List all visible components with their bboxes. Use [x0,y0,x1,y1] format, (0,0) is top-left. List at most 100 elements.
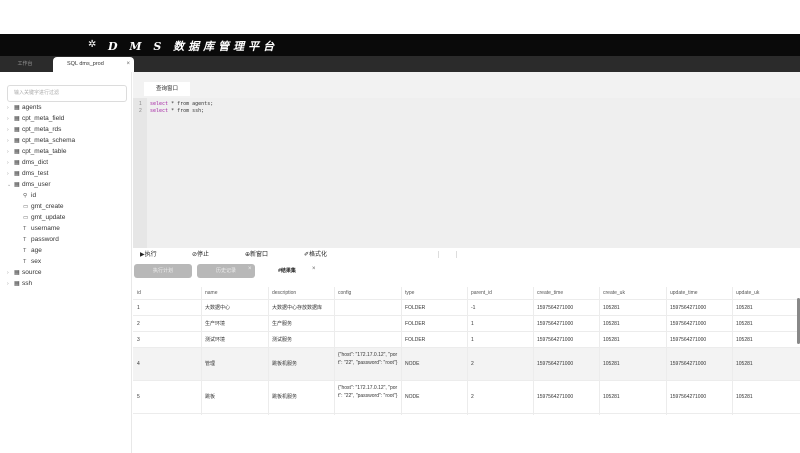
column-divider [666,287,667,415]
line-number: 2 [139,108,142,114]
table-cell: 105281 [736,321,753,327]
tree-item-label: cpt_meta_table [22,148,67,155]
table-cell: 1 [471,337,474,343]
table-cell: 1 [137,305,140,311]
table-cell: 2 [137,321,140,327]
column-item-age[interactable]: Tage [23,245,42,256]
tree-item-dms-dict[interactable]: › ▦ dms_dict [7,157,48,168]
sql-editor[interactable] [133,98,800,248]
table-cell: NODE [405,361,420,367]
column-header[interactable]: description [268,287,334,300]
table-cell: 1597564271000 [537,321,574,327]
tree-item-cpt-meta-field[interactable]: › ▦ cpt_meta_field [7,113,64,124]
column-header[interactable]: parent_id [467,287,533,300]
table-cell: 1597564271000 [537,361,574,367]
tree-item-cpt-meta-schema[interactable]: › ▦ cpt_meta_schema [7,135,75,146]
table-cell: 跳板机服务 [272,361,298,367]
tree-item-source[interactable]: › ▦ source [7,267,42,278]
tree-item-agents[interactable]: › ▦ agents [7,102,42,113]
table-cell: 105281 [736,361,753,367]
column-label: sex [31,258,42,265]
line-number: 1 [139,101,142,107]
table-icon: ▦ [14,182,20,188]
sql-text: * from ssh; [168,108,205,114]
column-item-gmt-create[interactable]: ▭ gmt_create [23,201,64,212]
tree-item-cpt-meta-rds[interactable]: › ▦ cpt_meta_rds [7,124,61,135]
tree-item-ssh[interactable]: › ▦ ssh [7,278,32,289]
tree-item-cpt-meta-table[interactable]: › ▦ cpt_meta_table [7,146,66,157]
tab-label: SQL dms_prod [67,61,104,67]
search-input[interactable]: 输入关键字进行过滤 [7,85,127,102]
table-cell: 跳板 [205,394,216,400]
table-cell: 大数据中心存放数据库 [272,305,323,311]
chevron-down-icon[interactable]: ⌄ [7,180,14,191]
tree-item-label: cpt_meta_field [22,115,65,122]
column-item-sex[interactable]: Tsex [23,256,41,267]
table-cell: -1 [471,305,476,311]
column-header[interactable]: update_time [666,287,732,300]
table-cell: 1597564271000 [670,361,707,367]
column-header[interactable]: create_uk [599,287,666,300]
table-cell: 1597564271000 [670,321,707,327]
table-cell: 2 [471,394,474,400]
close-icon[interactable]: × [248,266,252,272]
tree-item-label: source [22,269,42,276]
column-label: id [31,192,37,199]
tab-result-set[interactable]: #结果集 [259,264,315,278]
column-divider [401,287,402,415]
tree-item-label: agents [22,104,42,111]
tab-workspace[interactable]: 工作台 [0,56,50,72]
code-line: select * from agents; [150,101,213,107]
stop-button[interactable]: ⊘停止 [192,249,209,261]
table-cell: 1597564271000 [537,337,574,343]
table-cell: 105281 [603,337,620,343]
close-icon[interactable]: × [312,266,316,272]
table-cell: 3 [137,337,140,343]
table-cell: 4 [137,361,140,367]
table-cell: 2 [471,361,474,367]
column-header[interactable]: create_time [533,287,599,300]
divider [456,251,457,258]
table-cell: FOLDER [405,305,426,311]
tab-query-window[interactable]: 查询窗口 [144,82,190,96]
tree-item-dms-user[interactable]: ⌄ ▦ dms_user [7,179,51,190]
table-cell: 105281 [736,305,753,311]
table-cell: 1597564271000 [670,337,707,343]
column-divider [268,287,269,415]
tab-execution-plan[interactable]: 执行计划 [134,264,192,278]
table-cell: {"host": "172.17.0.12", "port": "22", "p… [338,352,398,366]
table-cell: NODE [405,394,420,400]
table-cell: 1597564271000 [537,305,574,311]
column-label: password [31,236,59,243]
tree-item-dms-test[interactable]: › ▦ dms_test [7,168,48,179]
tab-history[interactable]: 历史记录 [197,264,255,278]
table-cell: 跳板机服务 [272,394,298,400]
run-button[interactable]: ▶执行 [140,249,157,261]
table-cell: 105281 [736,337,753,343]
tab-sql-dms-prod[interactable]: SQL dms_prod × [53,57,134,72]
column-item-gmt-update[interactable]: ▭ gmt_update [23,212,65,223]
column-header[interactable]: type [401,287,467,300]
column-divider [599,287,600,415]
table-cell: 1597564271000 [537,394,574,400]
table-cell: 5 [137,394,140,400]
table-cell: 105281 [603,321,620,327]
column-item-id[interactable]: ⚲ id [23,190,36,201]
new-window-button[interactable]: ⊕新窗口 [245,249,268,261]
query-toolbar [133,249,800,261]
column-header[interactable]: name [201,287,268,300]
table-cell: 生产环境 [205,321,226,327]
column-header[interactable]: update_uk [732,287,800,300]
column-header[interactable]: id [133,287,201,300]
code-line: select * from ssh; [150,108,204,114]
close-icon[interactable]: × [126,57,130,72]
column-label: age [31,247,42,254]
tree-item-label: dms_dict [22,159,49,166]
format-button[interactable]: ✐格式化 [304,249,327,261]
column-divider [533,287,534,415]
chevron-right-icon[interactable]: › [7,279,14,290]
column-item-password[interactable]: Tpassword [23,234,59,245]
line-gutter [133,98,147,248]
column-item-username[interactable]: Tusername [23,223,60,234]
column-header[interactable]: config [334,287,401,300]
